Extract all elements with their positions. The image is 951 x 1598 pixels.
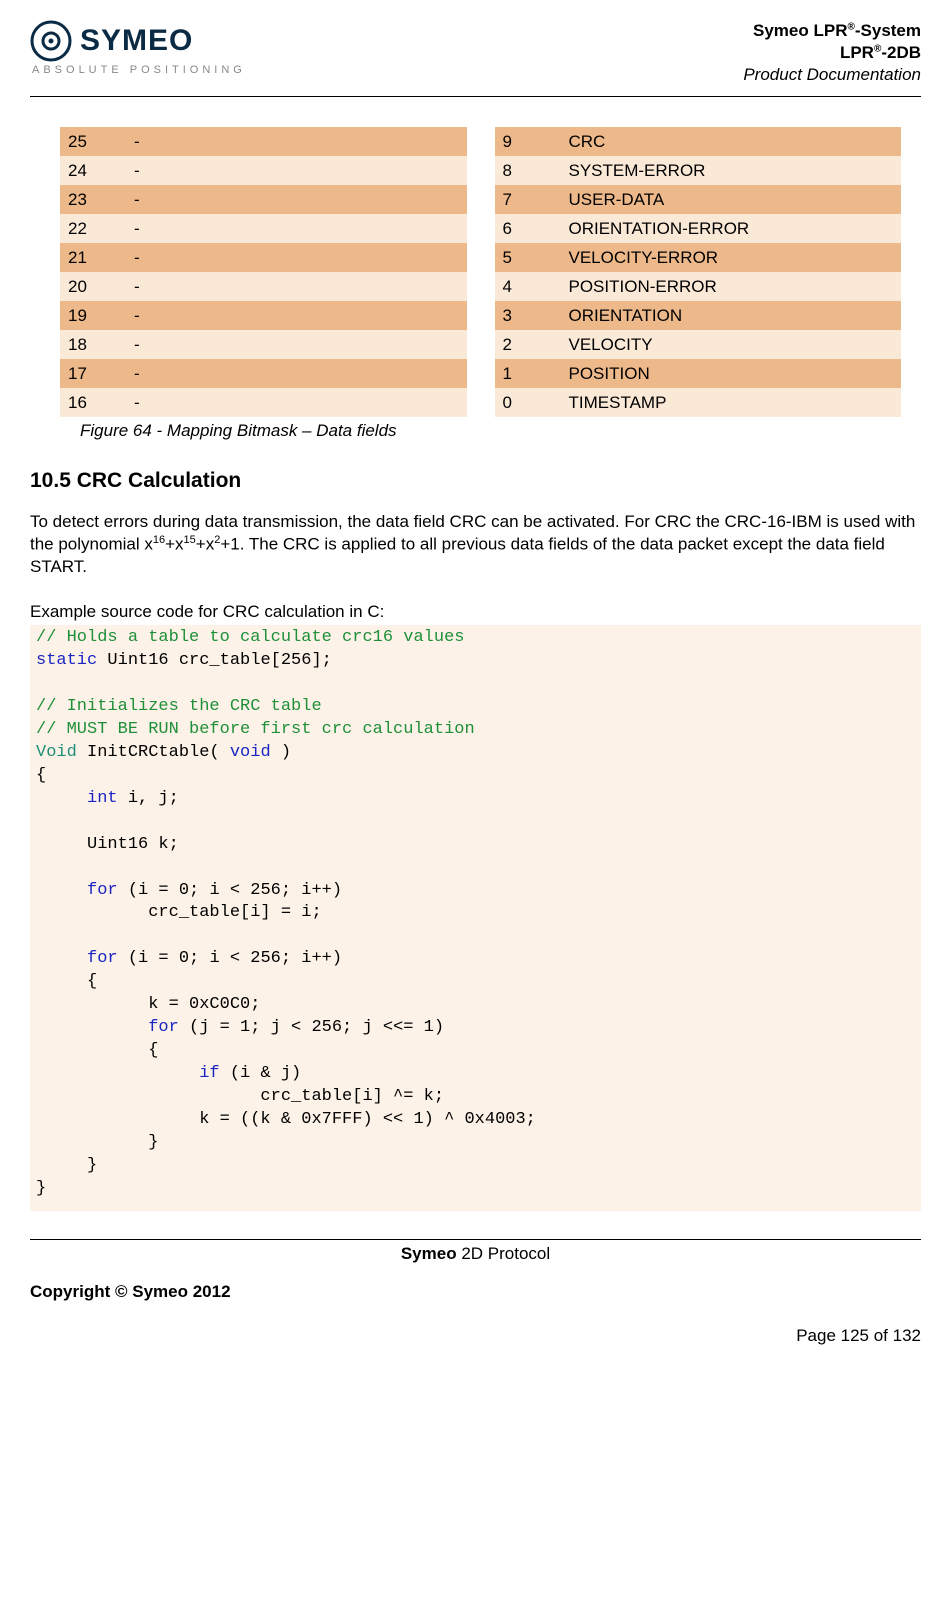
cell-bit: 9 xyxy=(495,132,561,152)
logo-row: SYMEO xyxy=(30,20,246,62)
table-row: 24- xyxy=(60,156,467,185)
figure-caption: Figure 64 - Mapping Bitmask – Data field… xyxy=(80,421,921,441)
cell-bit: 5 xyxy=(495,248,561,268)
table-row: 19- xyxy=(60,301,467,330)
cell-bit: 7 xyxy=(495,190,561,210)
section-heading: 10.5 CRC Calculation xyxy=(30,469,921,493)
cell-value: VELOCITY-ERROR xyxy=(561,248,902,268)
cell-bit: 17 xyxy=(60,364,126,384)
table-row: 6ORIENTATION-ERROR xyxy=(495,214,902,243)
cell-value: ORIENTATION-ERROR xyxy=(561,219,902,239)
cell-value: POSITION-ERROR xyxy=(561,277,902,297)
footer-copyright: Copyright © Symeo 2012 xyxy=(30,1282,921,1302)
table-row: 20- xyxy=(60,272,467,301)
cell-bit: 25 xyxy=(60,132,126,152)
table-row: 25- xyxy=(60,127,467,156)
cell-value: VELOCITY xyxy=(561,335,902,355)
table-row: 2VELOCITY xyxy=(495,330,902,359)
cell-bit: 24 xyxy=(60,161,126,181)
logo-area: SYMEO ABSOLUTE POSITIONING xyxy=(30,20,246,76)
footer-separator xyxy=(30,1239,921,1240)
cell-value: - xyxy=(126,219,467,239)
body-paragraph: To detect errors during data transmissio… xyxy=(30,511,921,578)
cell-bit: 18 xyxy=(60,335,126,355)
table-row: 22- xyxy=(60,214,467,243)
cell-bit: 23 xyxy=(60,190,126,210)
table-row: 18- xyxy=(60,330,467,359)
table-row: 1POSITION xyxy=(495,359,902,388)
cell-value: TIMESTAMP xyxy=(561,393,902,413)
table-row: 8SYSTEM-ERROR xyxy=(495,156,902,185)
cell-value: - xyxy=(126,393,467,413)
cell-value: - xyxy=(126,132,467,152)
cell-value: POSITION xyxy=(561,364,902,384)
table-row: 7USER-DATA xyxy=(495,185,902,214)
table-row: 9CRC xyxy=(495,127,902,156)
tables-row: 25-24-23-22-21-20-19-18-17-16- 9CRC8SYST… xyxy=(60,127,901,417)
cell-value: CRC xyxy=(561,132,902,152)
cell-bit: 2 xyxy=(495,335,561,355)
table-row: 3ORIENTATION xyxy=(495,301,902,330)
cell-bit: 3 xyxy=(495,306,561,326)
cell-bit: 1 xyxy=(495,364,561,384)
cell-bit: 22 xyxy=(60,219,126,239)
table-row: 5VELOCITY-ERROR xyxy=(495,243,902,272)
table-row: 17- xyxy=(60,359,467,388)
table-row: 21- xyxy=(60,243,467,272)
cell-value: USER-DATA xyxy=(561,190,902,210)
logo-text: SYMEO xyxy=(80,24,193,58)
cell-value: - xyxy=(126,161,467,181)
cell-value: - xyxy=(126,248,467,268)
cell-value: - xyxy=(126,190,467,210)
table-row: 0TIMESTAMP xyxy=(495,388,902,417)
header-line-2: LPR®-2DB xyxy=(743,42,921,64)
cell-bit: 20 xyxy=(60,277,126,297)
table-row: 16- xyxy=(60,388,467,417)
page: SYMEO ABSOLUTE POSITIONING Symeo LPR®-Sy… xyxy=(0,0,951,1376)
cell-bit: 19 xyxy=(60,306,126,326)
table-row: 23- xyxy=(60,185,467,214)
logo-icon xyxy=(30,20,72,62)
cell-value: - xyxy=(126,335,467,355)
cell-bit: 16 xyxy=(60,393,126,413)
cell-bit: 4 xyxy=(495,277,561,297)
right-table: 9CRC8SYSTEM-ERROR7USER-DATA6ORIENTATION-… xyxy=(495,127,902,417)
cell-value: SYSTEM-ERROR xyxy=(561,161,902,181)
cell-bit: 6 xyxy=(495,219,561,239)
example-label: Example source code for CRC calculation … xyxy=(30,602,921,622)
footer-page-number: Page 125 of 132 xyxy=(30,1326,921,1346)
cell-value: - xyxy=(126,277,467,297)
cell-bit: 8 xyxy=(495,161,561,181)
code-block: // Holds a table to calculate crc16 valu… xyxy=(30,625,921,1210)
header-line-1: Symeo LPR®-System xyxy=(743,20,921,42)
left-table: 25-24-23-22-21-20-19-18-17-16- xyxy=(60,127,467,417)
cell-value: - xyxy=(126,306,467,326)
cell-value: ORIENTATION xyxy=(561,306,902,326)
page-header: SYMEO ABSOLUTE POSITIONING Symeo LPR®-Sy… xyxy=(30,20,921,97)
cell-bit: 0 xyxy=(495,393,561,413)
header-right: Symeo LPR®-System LPR®-2DB Product Docum… xyxy=(743,20,921,86)
cell-bit: 21 xyxy=(60,248,126,268)
cell-value: - xyxy=(126,364,467,384)
table-row: 4POSITION-ERROR xyxy=(495,272,902,301)
footer-center: Symeo 2D Protocol xyxy=(30,1244,921,1264)
logo-subtext: ABSOLUTE POSITIONING xyxy=(32,64,246,76)
header-line-3: Product Documentation xyxy=(743,64,921,86)
